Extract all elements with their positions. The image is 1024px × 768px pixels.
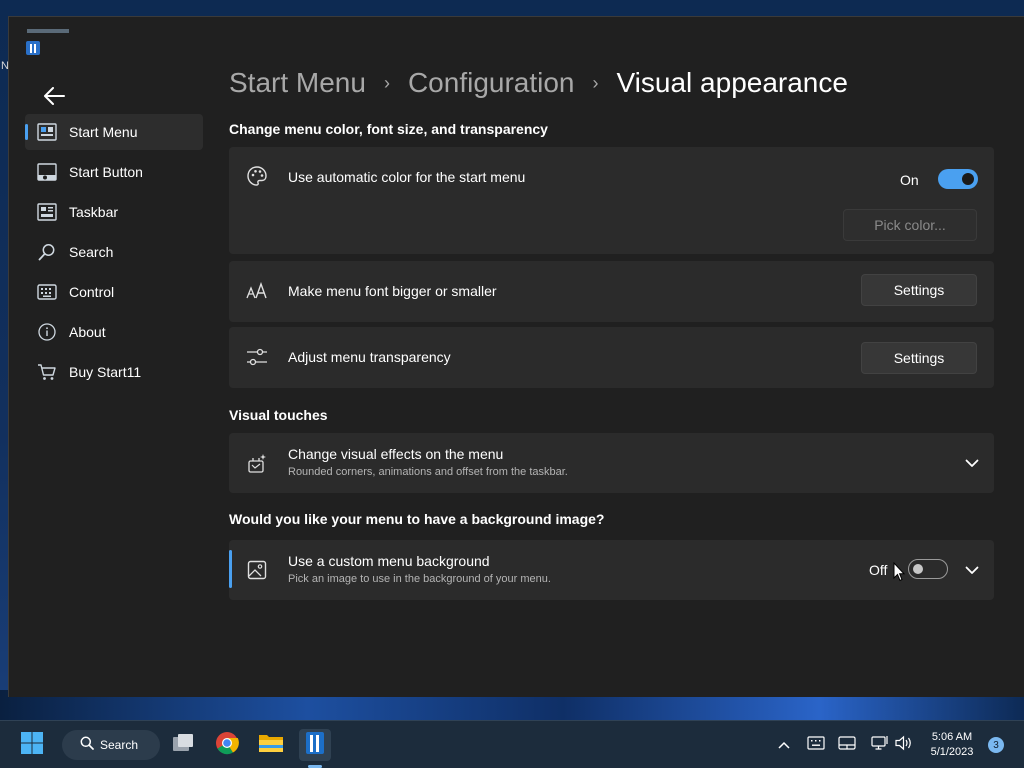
sidebar-item-search[interactable]: Search [25,234,203,270]
sidebar-item-label: Start Menu [69,124,138,140]
transparency-card: Adjust menu transparency Settings [229,327,994,388]
back-button[interactable] [37,81,71,115]
windows-start-button[interactable] [16,729,48,761]
image-icon [246,559,268,581]
start11-settings-window: Start Menu Start Button Taskbar Search C… [8,16,1024,697]
breadcrumb: Start Menu › Configuration › Visual appe… [229,64,848,102]
task-view-icon [171,732,195,759]
auto-color-toggle[interactable] [938,169,978,189]
sidebar-item-about[interactable]: About [25,314,203,350]
windows-logo-icon [20,731,44,760]
sidebar-item-start-menu[interactable]: Start Menu [25,114,203,150]
sliders-icon [246,346,268,368]
custom-background-toggle[interactable] [908,559,948,579]
network-button[interactable] [870,735,890,755]
volume-button[interactable] [894,735,914,755]
custom-background-label: Use a custom menu background [288,553,490,569]
visual-effects-subtitle: Rounded corners, animations and offset f… [288,466,568,478]
chevron-down-icon[interactable] [964,562,980,578]
focus-accent-bar [229,550,232,588]
taskbar-icon [37,202,57,222]
section-title-background: Would you like your menu to have a backg… [229,511,605,527]
speaker-icon [895,735,913,756]
notification-badge[interactable]: 3 [988,737,1004,753]
sidebar-item-taskbar[interactable]: Taskbar [25,194,203,230]
sidebar-item-label: Start Button [69,164,143,180]
chevron-up-icon [778,736,790,754]
font-size-label: Make menu font bigger or smaller [288,283,497,299]
mouse-cursor-icon [893,561,906,582]
network-icon [871,735,889,756]
task-view-button[interactable] [167,729,199,761]
page-title: Visual appearance [616,67,848,98]
start11-logo-icon [304,731,326,760]
folder-icon [258,732,284,759]
start11-logo-icon [25,40,41,56]
sidebar-item-label: About [69,324,106,340]
clock-date: 5/1/2023 [930,746,974,758]
custom-background-toggle-state: Off [869,562,888,578]
keyboard-icon [37,282,57,302]
taskbar-clock[interactable]: 5:06 AM 5/1/2023 [922,730,982,760]
auto-color-card: Use automatic color for the start menu O… [229,147,994,254]
chevron-down-icon[interactable] [964,455,980,471]
font-size-card: Make menu font bigger or smaller Setting… [229,261,994,322]
breadcrumb-start-menu[interactable]: Start Menu [229,67,366,99]
custom-background-subtitle: Pick an image to use in the background o… [288,573,551,585]
sidebar-item-label: Buy Start11 [69,364,142,380]
breadcrumb-configuration[interactable]: Configuration [408,67,575,99]
sidebar-item-buy-start11[interactable]: Buy Start11 [25,354,203,390]
sidebar-item-label: Taskbar [69,204,119,220]
sidebar-nav: Start Menu Start Button Taskbar Search C… [25,114,203,394]
visual-effects-card[interactable]: Change visual effects on the menu Rounde… [229,433,994,493]
taskbar-search-button[interactable]: Search [62,730,160,760]
search-icon [37,242,57,262]
chrome-icon [215,731,239,760]
start-menu-icon [37,122,57,142]
taskbar: Search 5:06 AM 5/1/2023 3 [0,720,1024,768]
touchpad-icon [838,735,856,755]
sidebar-item-control[interactable]: Control [25,274,203,310]
sidebar-item-start-button[interactable]: Start Button [25,154,203,190]
transparency-label: Adjust menu transparency [288,349,451,365]
sidebar-item-label: Control [69,284,115,300]
keyboard-layout-button[interactable] [806,735,826,755]
section-title-color: Change menu color, font size, and transp… [229,121,548,137]
sidebar-item-label: Search [69,244,114,260]
cart-icon [37,362,57,382]
clock-time: 5:06 AM [931,731,973,743]
chevron-right-icon: › [383,72,390,93]
keyboard-icon [807,735,825,755]
pick-color-button[interactable]: Pick color... [843,209,977,241]
auto-color-toggle-state: On [900,172,919,188]
show-hidden-icons-button[interactable] [774,735,794,755]
chrome-app-button[interactable] [211,729,243,761]
palette-icon [246,165,268,187]
taskbar-search-label: Search [100,738,139,752]
sparkle-effects-icon [246,452,268,474]
start-button-icon [37,162,57,182]
search-icon [80,736,94,755]
info-icon [37,322,57,342]
arrow-left-icon [43,86,65,110]
font-size-icon [246,280,268,302]
start11-app-button[interactable] [299,729,331,761]
font-settings-button[interactable]: Settings [861,274,977,306]
section-title-visual-touches: Visual touches [229,407,328,423]
auto-color-label: Use automatic color for the start menu [288,169,526,185]
chevron-right-icon: › [592,72,599,93]
touchpad-button[interactable] [837,735,857,755]
file-explorer-button[interactable] [255,729,287,761]
transparency-settings-button[interactable]: Settings [861,342,977,374]
visual-effects-label: Change visual effects on the menu [288,446,504,462]
title-bar-strip [27,29,69,33]
custom-background-card[interactable]: Use a custom menu background Pick an ima… [229,540,994,600]
